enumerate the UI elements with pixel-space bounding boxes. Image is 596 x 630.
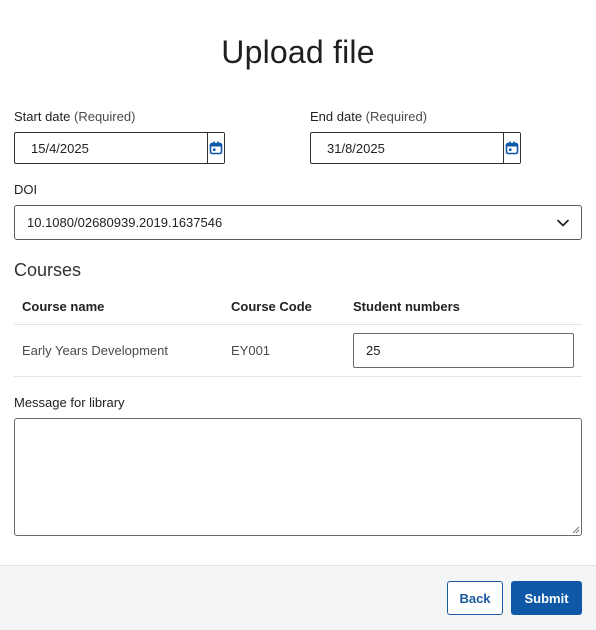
resize-grip-icon[interactable] <box>572 526 580 534</box>
end-date-input[interactable] <box>311 133 503 163</box>
end-date-field <box>310 132 521 164</box>
student-numbers-input[interactable] <box>353 333 574 368</box>
end-date-label: End date (Required) <box>310 109 427 124</box>
table-header-divider <box>14 324 582 325</box>
calendar-icon <box>209 141 223 155</box>
start-date-field <box>14 132 225 164</box>
doi-select[interactable]: 10.1080/02680939.2019.1637546 <box>14 205 582 240</box>
start-date-picker-button[interactable] <box>207 133 224 163</box>
calendar-icon <box>505 141 519 155</box>
doi-label: DOI <box>14 182 38 197</box>
start-date-label-text: Start date <box>14 109 71 124</box>
start-date-label: Start date (Required) <box>14 109 135 124</box>
start-date-required: (Required) <box>74 109 136 124</box>
column-header-course-name: Course name <box>22 299 105 314</box>
start-date-input[interactable] <box>15 133 207 163</box>
page-title: Upload file <box>221 34 375 70</box>
end-date-required: (Required) <box>365 109 428 124</box>
end-date-label-text: End date <box>310 109 363 124</box>
submit-button[interactable]: Submit <box>511 581 582 615</box>
courses-heading: Courses <box>14 260 82 280</box>
table-row-divider <box>14 376 582 377</box>
back-button[interactable]: Back <box>447 581 503 615</box>
column-header-course-code: Course Code <box>231 299 312 314</box>
message-label: Message for library <box>14 395 125 410</box>
course-code-cell: EY001 <box>231 343 271 358</box>
course-name-cell: Early Years Development <box>22 343 168 358</box>
column-header-student-numbers: Student numbers <box>353 299 460 314</box>
chevron-down-icon <box>557 219 569 226</box>
message-textarea[interactable] <box>14 418 582 536</box>
footer-bar <box>0 565 596 630</box>
end-date-picker-button[interactable] <box>503 133 520 163</box>
doi-select-value: 10.1080/02680939.2019.1637546 <box>27 215 223 230</box>
